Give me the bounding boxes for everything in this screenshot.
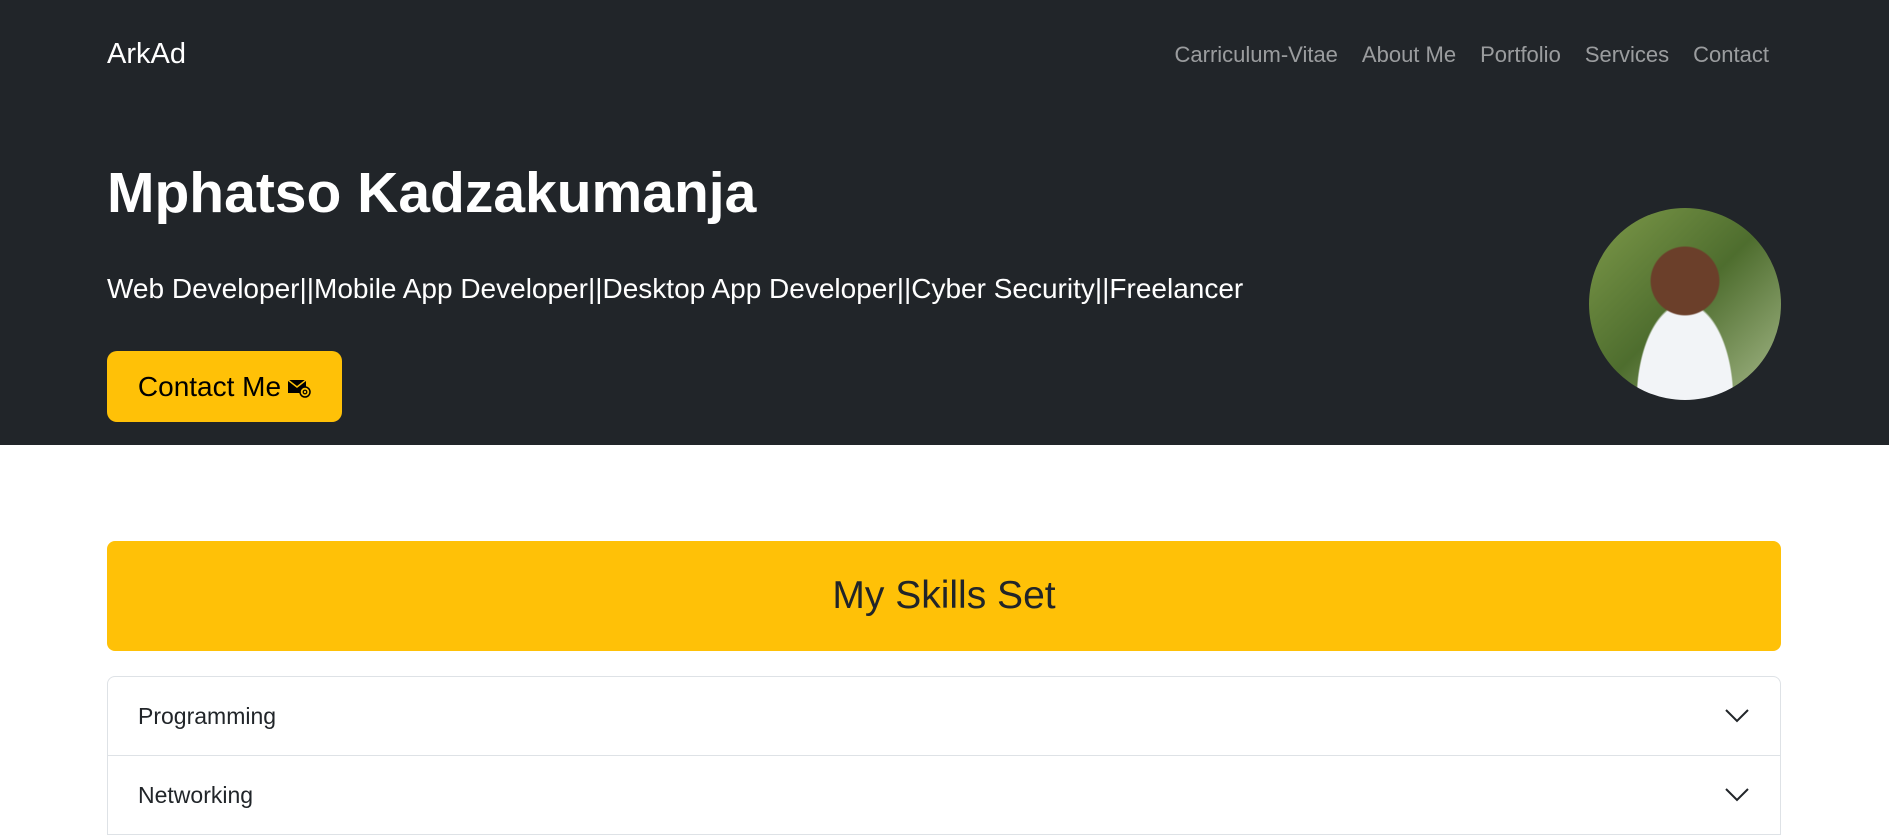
navbar-links: Carriculum-Vitae About Me Portfolio Serv… [1175,42,1770,68]
hero-section: ArkAd Carriculum-Vitae About Me Portfoli… [0,0,1889,445]
contact-me-label: Contact Me [137,370,282,402]
envelope-at-icon [287,378,311,398]
contact-me-button[interactable]: Contact Me [107,351,342,422]
nav-link-contact[interactable]: Contact [1693,42,1769,68]
accordion-item-programming[interactable]: Programming [108,677,1780,756]
nav-link-about[interactable]: About Me [1362,42,1456,68]
accordion-label: Networking [138,781,254,808]
chevron-down-icon [1725,709,1749,723]
skills-banner: My Skills Set [107,541,1781,651]
hero-subtitle: Web Developer||Mobile App Developer||Des… [107,273,1244,304]
nav-link-services[interactable]: Services [1585,42,1669,68]
hero-name: Mphatso Kadzakumanja [107,161,757,225]
nav-link-portfolio[interactable]: Portfolio [1480,42,1561,68]
nav-link-cv[interactable]: Carriculum-Vitae [1175,42,1338,68]
chevron-down-icon [1725,788,1749,802]
skills-accordion: Programming Networking [107,676,1781,835]
accordion-label: Programming [138,702,277,729]
navbar-brand[interactable]: ArkAd [107,38,186,71]
accordion-item-networking[interactable]: Networking [108,756,1780,835]
avatar [1589,208,1781,400]
skills-title: My Skills Set [832,574,1056,617]
